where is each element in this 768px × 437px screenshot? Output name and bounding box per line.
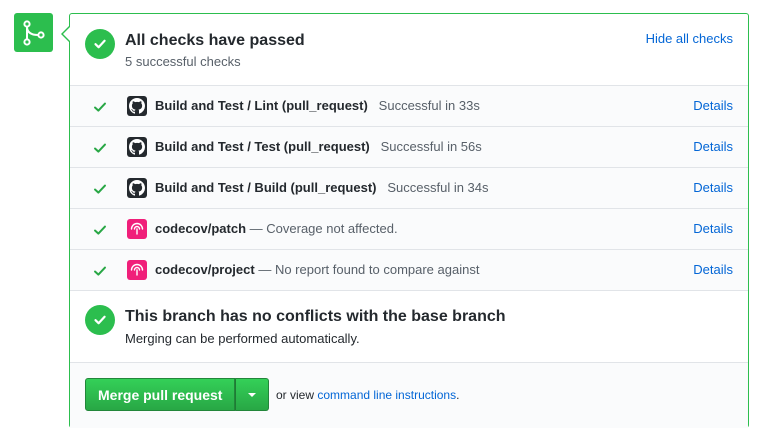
check-row-test: Build and Test / Test (pull_request) Suc…: [70, 127, 748, 168]
check-row-codecov-patch: codecov/patch — Coverage not affected. D…: [70, 209, 748, 250]
check-description: — No report found to compare against: [258, 262, 480, 277]
github-icon: [127, 96, 147, 116]
hint-suffix: .: [456, 388, 460, 402]
check-row-codecov-project: codecov/project — No report found to com…: [70, 250, 748, 291]
merge-section: Merge pull request or view command line …: [70, 363, 748, 428]
checks-list: Build and Test / Lint (pull_request) Suc…: [70, 86, 748, 291]
check-text: Build and Test / Build (pull_request) Su…: [155, 180, 489, 195]
hint-prefix: or view: [276, 388, 315, 402]
check-description: Successful in 34s: [387, 180, 489, 195]
check-icon: [94, 225, 106, 235]
check-row-lint: Build and Test / Lint (pull_request) Suc…: [70, 86, 748, 127]
check-details-link[interactable]: Details: [693, 180, 733, 195]
panel-pointer-fill: [62, 27, 70, 41]
check-name: Build and Test / Lint (pull_request): [155, 98, 368, 113]
check-text: codecov/project — No report found to com…: [155, 262, 479, 277]
checks-title: All checks have passed: [125, 32, 305, 49]
codecov-icon: [127, 260, 147, 280]
merge-status-panel: All checks have passed 5 successful chec…: [69, 13, 749, 428]
check-text: codecov/patch — Coverage not affected.: [155, 221, 398, 236]
codecov-icon: [127, 219, 147, 239]
caret-down-icon: [248, 392, 257, 397]
check-text: Build and Test / Test (pull_request) Suc…: [155, 139, 482, 154]
check-icon: [94, 184, 106, 194]
check-details-link[interactable]: Details: [693, 139, 733, 154]
checks-passed-icon: [85, 29, 115, 59]
git-merge-icon: [14, 13, 53, 52]
hide-all-checks-link[interactable]: Hide all checks: [646, 31, 733, 46]
check-description: Successful in 56s: [380, 139, 482, 154]
check-details-link[interactable]: Details: [693, 221, 733, 236]
check-name: Build and Test / Test (pull_request): [155, 139, 370, 154]
check-details-link[interactable]: Details: [693, 98, 733, 113]
check-name: codecov/patch: [155, 221, 247, 236]
branch-status: This branch has no conflicts with the ba…: [70, 291, 748, 363]
check-icon: [94, 143, 106, 153]
checks-summary: All checks have passed 5 successful chec…: [70, 14, 748, 86]
branch-title: This branch has no conflicts with the ba…: [125, 308, 506, 325]
check-icon: [94, 102, 106, 112]
checks-count: 5 successful checks: [125, 54, 241, 69]
no-conflicts-icon: [85, 305, 115, 335]
merge-button-group: Merge pull request: [85, 378, 270, 411]
branch-subtitle: Merging can be performed automatically.: [125, 331, 360, 346]
github-icon: [127, 178, 147, 198]
check-details-link[interactable]: Details: [693, 262, 733, 277]
check-description: Successful in 33s: [378, 98, 480, 113]
check-row-build: Build and Test / Build (pull_request) Su…: [70, 168, 748, 209]
check-description: — Coverage not affected.: [249, 221, 398, 236]
check-icon: [94, 266, 106, 276]
merge-method-dropdown[interactable]: [235, 378, 270, 411]
command-line-hint: or view command line instructions.: [276, 388, 459, 402]
check-text: Build and Test / Lint (pull_request) Suc…: [155, 98, 480, 113]
merge-pull-request-button[interactable]: Merge pull request: [85, 378, 236, 411]
check-name: codecov/project: [155, 262, 255, 277]
github-icon: [127, 137, 147, 157]
command-line-instructions-link[interactable]: command line instructions: [317, 388, 456, 402]
check-name: Build and Test / Build (pull_request): [155, 180, 377, 195]
